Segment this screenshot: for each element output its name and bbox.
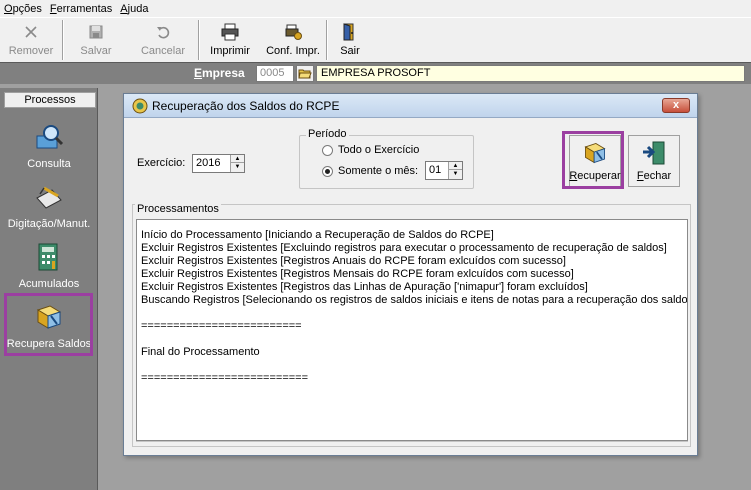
menu-ajuda[interactable]: Ajuda <box>116 3 152 15</box>
recuperacao-dialog: Recuperação dos Saldos do RCPE x Exercíc… <box>123 93 698 456</box>
sair-label: Sair <box>340 45 360 57</box>
remover-label: Remover <box>8 45 54 57</box>
mes-spin-buttons[interactable]: ▲ ▼ <box>448 162 462 179</box>
menu-ajuda-rest: juda <box>127 2 149 15</box>
exit-door-icon <box>643 141 665 165</box>
processamentos-group: Processamentos Início do Processamento [… <box>132 203 691 447</box>
log-line: Buscando Registros [Selecionando os regi… <box>141 294 688 306</box>
panel-item-consulta[interactable]: Consulta <box>0 120 98 170</box>
exercicio-value: 2016 <box>196 157 221 169</box>
toolbar: Remover Salvar Cancelar Imprimir Conf. I… <box>0 17 751 62</box>
spin-down-icon[interactable]: ▼ <box>231 163 244 171</box>
mes-spinner[interactable]: 01 ▲ ▼ <box>425 161 463 180</box>
save-icon <box>86 22 106 42</box>
salvar-label: Salvar <box>80 45 112 57</box>
dialog-title: Recuperação dos Saldos do RCPE <box>152 99 340 113</box>
recuperar-highlight <box>562 131 624 189</box>
log-line: Início do Processamento [Iniciando a Rec… <box>141 229 494 241</box>
menu-ferramentas-rest: erramentas <box>56 2 113 15</box>
dialog-title-bar: Recuperação dos Saldos do RCPE x <box>124 94 697 118</box>
log-line: Excluir Registros Existentes [Registros … <box>141 281 588 293</box>
log-line: Excluir Registros Existentes [Registros … <box>141 255 566 267</box>
empresa-code-field[interactable]: 0005 <box>256 65 294 82</box>
log-line: Excluir Registros Existentes [Registros … <box>141 268 574 280</box>
folder-open-icon <box>298 69 312 78</box>
empresa-label: Empresa <box>194 66 245 80</box>
processamentos-log[interactable]: Início do Processamento [Iniciando a Rec… <box>136 219 688 441</box>
log-line: Final do Processamento <box>141 346 260 358</box>
log-line: ========================= <box>141 320 302 332</box>
spin-down-icon[interactable]: ▼ <box>449 170 462 178</box>
empresa-label-rest: mpresa <box>202 66 245 80</box>
spin-up-icon[interactable]: ▲ <box>231 155 244 163</box>
radio-mes-label: Somente o mês: <box>338 165 419 177</box>
sair-button[interactable]: Sair <box>328 18 372 62</box>
panel-item-digitacao[interactable]: Digitação/Manut. <box>0 180 98 230</box>
empresa-bar: Empresa 0005 EMPRESA PROSOFT <box>0 62 751 84</box>
radio-todo-exercicio[interactable]: Todo o Exercício <box>322 144 419 156</box>
exercicio-label: Exercício: <box>137 157 186 169</box>
fechar-button[interactable]: Fechar <box>628 135 680 187</box>
exit-door-icon <box>340 22 360 42</box>
log-line: Excluir Registros Existentes [Excluindo … <box>141 242 667 254</box>
acumulados-label: Acumulados <box>18 278 80 290</box>
radio-somente-mes[interactable]: Somente o mês: <box>322 165 418 177</box>
radio-todo-label: Todo o Exercício <box>338 144 420 156</box>
radio-todo-dot[interactable] <box>322 144 333 156</box>
mes-value: 01 <box>429 164 442 176</box>
remove-icon <box>21 22 41 42</box>
cancelar-label: Cancelar <box>140 45 186 57</box>
log-scroll-track[interactable] <box>136 441 688 445</box>
cancelar-button[interactable]: Cancelar <box>128 18 198 62</box>
consulta-label: Consulta <box>27 158 71 170</box>
menu-ferramentas[interactable]: Ferramentas <box>46 3 116 15</box>
app-icon <box>132 98 148 114</box>
remover-button[interactable]: Remover <box>0 18 62 62</box>
menu-opcoes[interactable]: Opções <box>0 3 46 15</box>
printer-settings-icon <box>283 22 303 42</box>
calculator-icon <box>31 240 67 274</box>
magnifier-icon <box>31 120 67 154</box>
fechar-label: Fechar <box>636 170 672 182</box>
spin-up-icon[interactable]: ▲ <box>449 162 462 170</box>
menu-bar: Opções Ferramentas Ajuda <box>0 0 751 17</box>
log-line: ========================== <box>141 372 309 384</box>
radio-mes-dot[interactable] <box>322 165 333 177</box>
empresa-name-field: EMPRESA PROSOFT <box>316 65 745 82</box>
empresa-browse-button[interactable] <box>296 65 314 82</box>
salvar-button[interactable]: Salvar <box>64 18 128 62</box>
conf-impr-button[interactable]: Conf. Impr. <box>260 18 326 62</box>
imprimir-button[interactable]: Imprimir <box>200 18 260 62</box>
periodo-title: Período <box>306 128 349 140</box>
panel-item-acumulados[interactable]: Acumulados <box>0 240 98 290</box>
processos-panel: Processos Consulta Digitação/Manut. Acum… <box>0 88 98 490</box>
menu-opcoes-rest: pções <box>12 2 42 15</box>
notepad-pen-icon <box>31 180 67 214</box>
undo-icon <box>153 22 173 42</box>
printer-icon <box>220 22 240 42</box>
periodo-group: Período Todo o Exercício Somente o mês: … <box>299 128 474 189</box>
exercicio-spinner[interactable]: 2016 ▲ ▼ <box>192 154 245 173</box>
recupera-saldos-highlight <box>4 293 93 356</box>
imprimir-label: Imprimir <box>210 45 250 57</box>
processamentos-title: Processamentos <box>135 203 221 215</box>
exercicio-spin-buttons[interactable]: ▲ ▼ <box>230 155 244 172</box>
conf-impr-label: Conf. Impr. <box>266 45 320 57</box>
close-button[interactable]: x <box>662 98 690 113</box>
digitacao-label: Digitação/Manut. <box>7 218 91 230</box>
processos-header[interactable]: Processos <box>4 92 96 108</box>
